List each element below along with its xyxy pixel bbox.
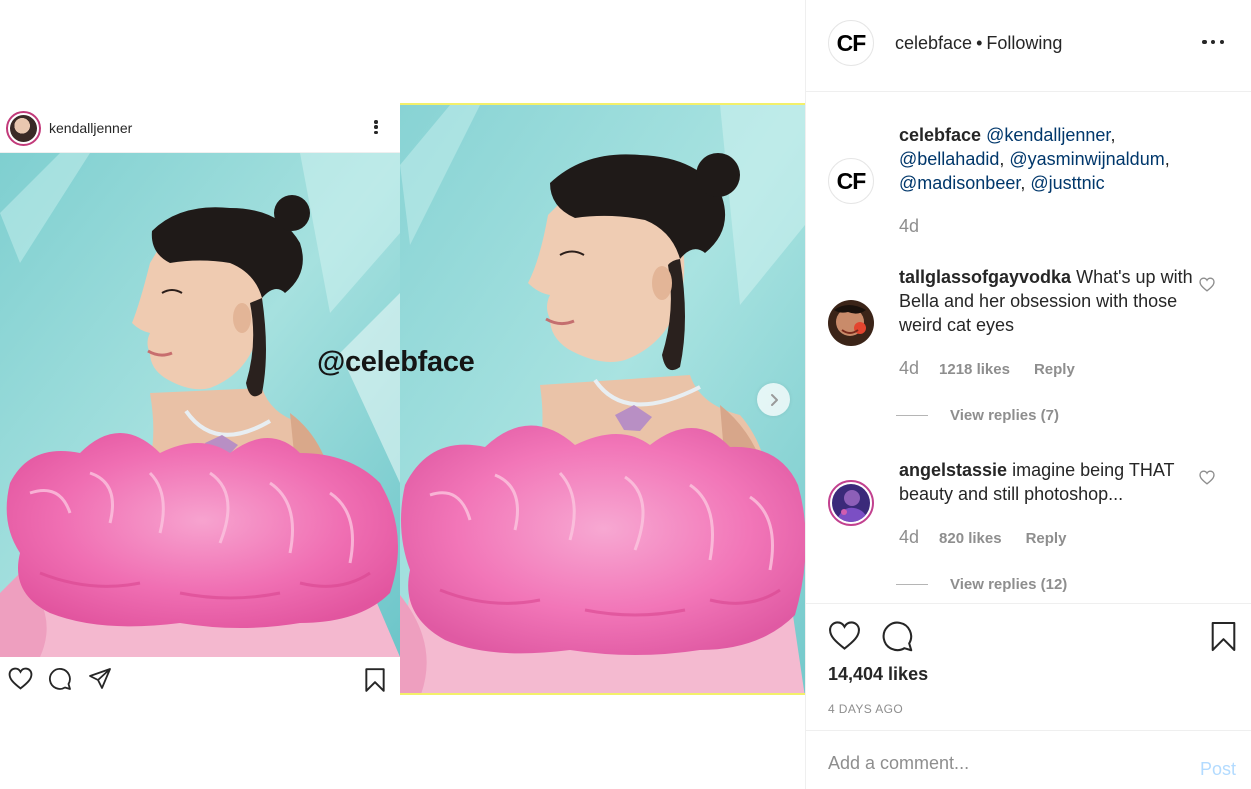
- comment-age[interactable]: 4d: [899, 358, 919, 379]
- comment-meta: 4d 820 likes Reply: [899, 527, 1066, 548]
- comment-text: angelstassie imagine being THAT beauty a…: [899, 458, 1199, 506]
- caption-username[interactable]: celebface: [899, 125, 981, 145]
- comment-username[interactable]: angelstassie: [899, 460, 1007, 480]
- original-photo: [0, 153, 400, 657]
- original-more-icon: [370, 116, 382, 138]
- comment-likes[interactable]: 1218 likes: [939, 361, 1010, 378]
- comment-like-icon[interactable]: [1199, 470, 1215, 485]
- next-slide-button[interactable]: [757, 383, 790, 416]
- original-share-icon: [89, 668, 111, 689]
- original-bookmark-icon: [365, 668, 385, 692]
- add-comment-bar: Post: [806, 730, 1251, 789]
- view-replies-line: [896, 584, 928, 585]
- comments-list[interactable]: CF celebface @kendalljenner, @bellahadid…: [806, 92, 1251, 603]
- bookmark-icon[interactable]: [1210, 620, 1237, 653]
- header-username[interactable]: celebface: [895, 33, 972, 53]
- caption-avatar[interactable]: CF: [828, 158, 874, 204]
- header-separator: •: [976, 33, 983, 53]
- header-avatar[interactable]: CF: [828, 20, 874, 66]
- post-header: CF celebface • Following: [806, 0, 1251, 92]
- post-side-panel: CF celebface • Following CF celebface @ken…: [805, 0, 1251, 789]
- comment-likes[interactable]: 820 likes: [939, 530, 1002, 547]
- original-post-header: kendalljenner: [0, 104, 400, 153]
- mention-link[interactable]: @kendalljenner: [986, 125, 1110, 145]
- mention-link[interactable]: @justtnic: [1030, 173, 1104, 193]
- comment-meta: 4d 1218 likes Reply: [899, 358, 1075, 379]
- original-post-screenshot: kendalljenner: [0, 104, 400, 709]
- original-heart-icon: [8, 667, 33, 690]
- post-timestamp: 4 DAYS AGO: [828, 702, 904, 716]
- post-comment-button[interactable]: Post: [1200, 759, 1236, 780]
- caption-meta: 4d: [899, 216, 939, 237]
- original-actions: [0, 664, 400, 694]
- post-media[interactable]: kendalljenner @celebface: [0, 0, 805, 789]
- header-user: celebface • Following: [895, 33, 1062, 54]
- comment-age[interactable]: 4d: [899, 527, 919, 548]
- comment-icon[interactable]: [881, 620, 914, 653]
- view-replies-button[interactable]: View replies (7): [896, 407, 1059, 424]
- original-comment-icon: [49, 668, 71, 690]
- original-post-username: kendalljenner: [49, 120, 133, 136]
- reply-button[interactable]: Reply: [1034, 361, 1075, 378]
- view-replies-button[interactable]: View replies (12): [896, 576, 1067, 593]
- edited-photo: [400, 103, 805, 695]
- comment-text: tallglassofgayvodka What's up with Bella…: [899, 265, 1199, 337]
- like-heart-icon[interactable]: [828, 620, 861, 651]
- more-options-icon[interactable]: [1202, 34, 1224, 50]
- likes-count[interactable]: 14,404 likes: [828, 664, 928, 685]
- original-post-avatar: [6, 110, 41, 146]
- caption-age[interactable]: 4d: [899, 216, 919, 237]
- view-replies-line: [896, 415, 928, 416]
- chevron-right-icon: [770, 393, 778, 406]
- comment-like-icon[interactable]: [1199, 277, 1215, 292]
- mention-link[interactable]: @madisonbeer: [899, 173, 1020, 193]
- commenter-avatar[interactable]: [828, 480, 874, 526]
- mention-link[interactable]: @yasminwijnaldum: [1009, 149, 1164, 169]
- comment-input[interactable]: [828, 751, 1158, 775]
- caption-text: celebface @kendalljenner, @bellahadid, @…: [899, 125, 1170, 193]
- celebface-watermark: @celebface: [317, 346, 475, 378]
- commenter-avatar[interactable]: [828, 300, 874, 346]
- following-button[interactable]: Following: [986, 33, 1062, 53]
- mention-link[interactable]: @bellahadid: [899, 149, 999, 169]
- view-replies-label: View replies (7): [950, 407, 1059, 424]
- reply-button[interactable]: Reply: [1026, 530, 1067, 547]
- comment-username[interactable]: tallglassofgayvodka: [899, 267, 1071, 287]
- view-replies-label: View replies (12): [950, 576, 1068, 593]
